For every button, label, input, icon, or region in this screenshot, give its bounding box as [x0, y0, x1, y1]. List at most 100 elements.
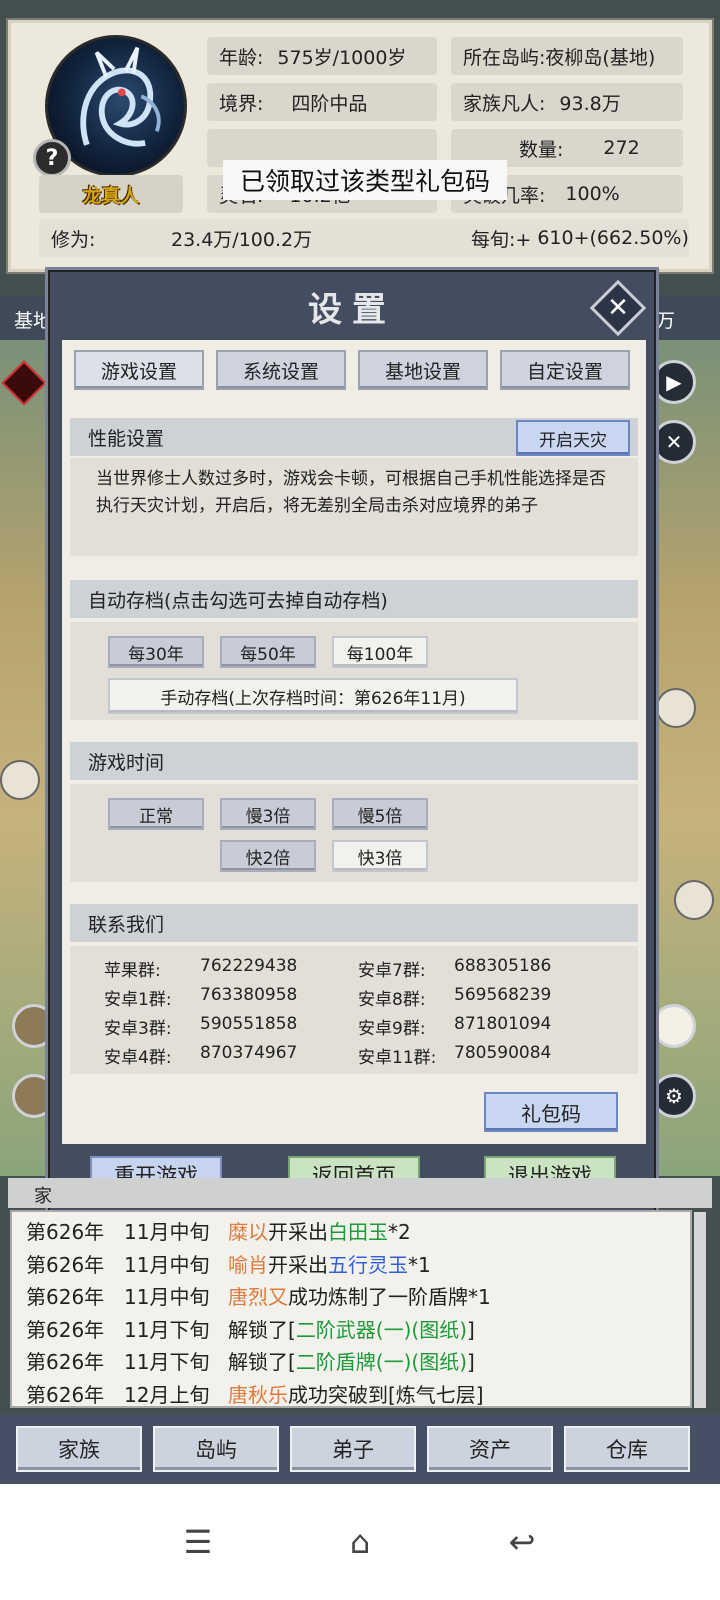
log-suffix: *2	[388, 1220, 411, 1244]
speed-normal-button[interactable]: 正常	[108, 798, 204, 830]
contact-group-name: 安卓1群:	[104, 990, 172, 1010]
log-period: 11月下旬	[124, 1317, 210, 1342]
log-period: 11月中旬	[124, 1220, 210, 1244]
log-item: 白田玉	[328, 1220, 388, 1244]
mortals-value: 93.8万	[559, 92, 621, 115]
log-entry: 第626年 12月上旬 唐秋乐成功突破到[炼气七层]	[26, 1379, 690, 1412]
lightbulb-icon[interactable]	[652, 1004, 696, 1048]
contact-group-name: 安卓3群:	[104, 1019, 172, 1039]
gift-code-button[interactable]: 礼包码	[484, 1092, 618, 1132]
log-tab-family[interactable]: 家	[34, 1182, 52, 1208]
log-tab-bar: 家	[8, 1178, 712, 1208]
contact-group-name: 安卓7群:	[358, 961, 426, 981]
log-entry: 第626年 11月中旬 糜以开采出白田玉*2	[26, 1216, 690, 1249]
back-icon[interactable]: ↩	[502, 1522, 542, 1562]
settings-dialog: 设置 ✕ 游戏设置 系统设置 基地设置 自定设置 性能设置 开启天灾 当世界修士…	[48, 270, 656, 1218]
log-year: 第626年	[26, 1350, 105, 1374]
settings-body: 游戏设置 系统设置 基地设置 自定设置 性能设置 开启天灾 当世界修士人数过多时…	[62, 340, 646, 1144]
realm-stat: 境界: 四阶中品	[207, 83, 437, 121]
home-icon[interactable]: ⌂	[340, 1522, 380, 1562]
nav-warehouse-button[interactable]: 仓库	[564, 1426, 690, 1472]
realm-value: 四阶中品	[291, 92, 368, 115]
tab-system-settings[interactable]: 系统设置	[216, 350, 346, 390]
log-action: 开采出	[268, 1220, 328, 1244]
map-close-icon[interactable]: ✕	[652, 420, 696, 464]
age-label: 年龄:	[219, 46, 264, 69]
map-disciple-avatar[interactable]	[674, 880, 714, 920]
autosave-30-button[interactable]: 每30年	[108, 636, 204, 668]
nav-assets-button[interactable]: 资产	[427, 1426, 553, 1472]
tab-game-settings[interactable]: 游戏设置	[74, 350, 204, 390]
speed-fast3-button[interactable]: 快3倍	[332, 840, 428, 872]
cultivation-value: 23.4万/100.2万	[171, 228, 313, 251]
log-item: 五行灵玉	[328, 1252, 408, 1277]
game-time-title: 游戏时间	[88, 751, 165, 774]
log-action: 解锁了[	[228, 1350, 296, 1374]
performance-description: 当世界修士人数过多时，游戏会卡顿，可根据自己手机性能选择是否执行天灾计划，开启后…	[96, 469, 606, 516]
log-period: 12月上旬	[124, 1382, 210, 1407]
log-entry: 第626年 11月中旬 唐烈又成功炼制了一阶盾牌*1	[26, 1281, 690, 1314]
map-disciple-avatar[interactable]	[656, 688, 696, 728]
menu-icon[interactable]: ☰	[178, 1522, 218, 1562]
system-navigation-bar: ☰ ⌂ ↩	[0, 1484, 720, 1600]
map-bar-right-text: 万	[656, 310, 676, 332]
performance-section-body: 当世界修士人数过多时，游戏会卡顿，可根据自己手机性能选择是否执行天灾计划，开启后…	[70, 458, 638, 556]
log-scrollbar[interactable]	[694, 1212, 706, 1408]
enable-disaster-button[interactable]: 开启天灾	[516, 420, 630, 456]
nav-island-button[interactable]: 岛屿	[153, 1426, 279, 1472]
contact-group-number: 590551858	[200, 1014, 298, 1034]
speed-slow3-button[interactable]: 慢3倍	[220, 798, 316, 830]
contact-group-name: 安卓9群:	[358, 1019, 426, 1039]
character-name: 龙真人	[39, 175, 183, 213]
map-disciple-avatar[interactable]	[0, 760, 40, 800]
manual-save-button[interactable]: 手动存档(上次存档时间：第626年11月)	[108, 678, 518, 714]
nav-disciples-button[interactable]: 弟子	[290, 1426, 416, 1472]
cultivation-label: 修为:	[51, 228, 96, 251]
log-year: 第626年	[26, 1382, 105, 1407]
help-icon[interactable]: ?	[33, 139, 71, 177]
log-suffix: *1	[408, 1252, 431, 1277]
contact-group-name: 苹果群:	[104, 961, 161, 981]
speed-slow5-button[interactable]: 慢5倍	[332, 798, 428, 830]
log-suffix: ]	[467, 1350, 475, 1374]
cultivation-row: 修为: 23.4万/100.2万 每旬:+ 610+(662.50%)	[39, 219, 689, 257]
age-value: 575岁/1000岁	[277, 46, 407, 69]
log-action: 解锁了[	[228, 1317, 296, 1342]
nav-family-button[interactable]: 家族	[16, 1426, 142, 1472]
log-person: 唐秋乐	[228, 1382, 288, 1407]
event-log: 第626年 11月中旬 糜以开采出白田玉*2 第626年 11月中旬 喻肖开采出五行灵玉…	[10, 1210, 692, 1408]
log-entry: 第626年 11月下旬 解锁了[二阶武器(一)(图纸)]	[26, 1314, 690, 1347]
autosave-50-button[interactable]: 每50年	[220, 636, 316, 668]
log-item: 二阶武器(一)(图纸)	[295, 1317, 468, 1342]
contact-group-name: 安卓4群:	[104, 1048, 172, 1068]
age-stat: 年龄: 575岁/1000岁	[207, 37, 437, 75]
log-entry: 第626年 11月中旬 喻肖开采出五行灵玉*1	[26, 1249, 690, 1282]
contact-section-header: 联系我们	[70, 904, 638, 942]
per-period-value: 610+(662.50%)	[537, 227, 689, 249]
tab-base-settings[interactable]: 基地设置	[358, 350, 488, 390]
contact-group-number: 763380958	[200, 985, 298, 1005]
log-person: 糜以	[228, 1220, 268, 1244]
contact-group-number: 871801094	[454, 1014, 552, 1034]
log-suffix: ]	[467, 1317, 475, 1342]
autosave-title: 自动存档(点击勾选可去掉自动存档)	[88, 589, 388, 612]
autosave-100-button[interactable]: 每100年	[332, 636, 428, 668]
gear-icon[interactable]: ⚙	[652, 1074, 696, 1118]
log-year: 第626年	[26, 1317, 105, 1342]
contact-group-number: 688305186	[454, 956, 552, 976]
toast-message: 已领取过该类型礼包码	[223, 160, 507, 200]
speed-fast2-button[interactable]: 快2倍	[220, 840, 316, 872]
log-action: 成功突破到[炼气七层]	[288, 1382, 484, 1407]
close-icon: ✕	[607, 293, 629, 323]
log-year: 第626年	[26, 1220, 105, 1244]
play-icon[interactable]: ▶	[652, 360, 696, 404]
contact-group-number: 870374967	[200, 1043, 298, 1063]
breakthrough-value: 100%	[565, 183, 620, 205]
log-action: 成功炼制了一阶盾牌*1	[288, 1285, 491, 1309]
log-entry: 第626年 11月下旬 解锁了[二阶盾牌(一)(图纸)]	[26, 1346, 690, 1379]
tab-custom-settings[interactable]: 自定设置	[500, 350, 630, 390]
log-person: 唐烈又	[228, 1285, 288, 1309]
autosave-section-header: 自动存档(点击勾选可去掉自动存档)	[70, 580, 638, 618]
contact-group-number: 780590084	[454, 1043, 552, 1063]
contact-group-number: 762229438	[200, 956, 298, 976]
